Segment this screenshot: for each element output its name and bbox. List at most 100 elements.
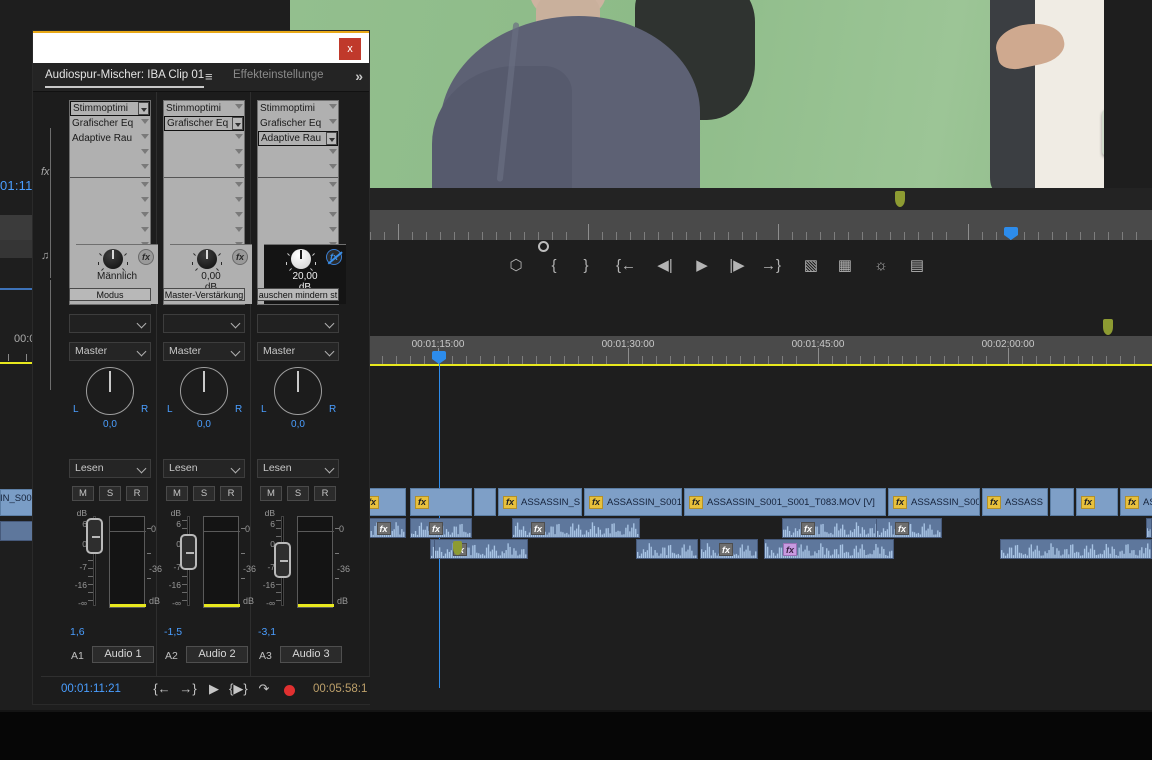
chevron-down-icon[interactable] <box>141 227 149 232</box>
effect-slot-7[interactable] <box>164 194 244 209</box>
video-clip[interactable]: fx ASSASS <box>982 488 1048 516</box>
audio-clip[interactable] <box>636 539 698 559</box>
fx-icon[interactable]: fx <box>232 249 248 265</box>
chevron-down-icon[interactable] <box>329 149 337 154</box>
effect-rack[interactable]: Stimmoptimi Grafischer Eq Adaptive Rau fx 20… <box>257 100 346 305</box>
fader-meter-area[interactable]: dB 6 0 -7 -16 -∞ 0 -36 dB <box>63 508 162 618</box>
output-assign-select[interactable]: Master <box>257 342 339 361</box>
effect-slot-6[interactable] <box>70 179 150 194</box>
audio-clip[interactable]: fx <box>764 539 894 559</box>
chevron-down-icon[interactable] <box>329 119 337 124</box>
marker-green-1[interactable] <box>895 191 905 207</box>
chevron-down-icon[interactable] <box>329 227 337 232</box>
effect-slot-2[interactable]: Grafischer Eq <box>70 116 150 131</box>
go-to-out-icon[interactable]: →} <box>179 681 197 696</box>
send-assign-select[interactable] <box>163 314 245 333</box>
chevron-down-icon[interactable] <box>329 104 337 109</box>
go-to-in-icon[interactable]: {← <box>615 256 637 276</box>
fader-meter-area[interactable]: dB 6 0 -7 -16 -∞ 0 -36 dB <box>157 508 256 618</box>
fx-icon[interactable]: fx <box>689 495 703 509</box>
chevron-down-icon[interactable] <box>235 134 243 139</box>
chevron-down-icon[interactable] <box>232 117 243 130</box>
chevron-down-icon[interactable] <box>235 182 243 187</box>
fx-icon[interactable]: fx <box>138 249 154 265</box>
effect-slot-5[interactable] <box>258 161 338 176</box>
output-assign-select[interactable]: Master <box>163 342 245 361</box>
chevron-down-icon[interactable] <box>235 197 243 202</box>
marker-green-icon[interactable] <box>453 541 462 555</box>
play-icon[interactable]: ▶ <box>205 681 223 697</box>
track-name[interactable]: Audio 1 <box>92 646 154 663</box>
solo-button[interactable]: S <box>193 486 215 501</box>
record-arm-button[interactable]: R <box>126 486 148 501</box>
automation-mode-select[interactable]: Lesen <box>69 459 151 478</box>
step-back-icon[interactable]: ◀| <box>654 256 676 276</box>
mixer-tabbar[interactable]: Audiospur-Mischer: IBA Clip 01 ≡ Effekte… <box>33 63 369 92</box>
effect-slot-3[interactable]: Adaptive Rau <box>70 131 150 146</box>
pan-knob[interactable] <box>274 367 322 415</box>
effect-rack[interactable]: Stimmoptimi Grafischer Eq Adaptive Rau fx Mä… <box>69 100 158 305</box>
video-clip[interactable] <box>474 488 496 516</box>
audio-track-mixer-panel[interactable]: x Audiospur-Mischer: IBA Clip 01 ≡ Effek… <box>32 30 370 705</box>
channel-strip-1[interactable]: Stimmoptimi Grafischer Eq Adaptive Rau fx Mä… <box>63 92 162 692</box>
automation-mode-select[interactable]: Lesen <box>257 459 339 478</box>
tab-effect-controls[interactable]: Effekteinstellunge <box>233 69 324 81</box>
chevron-down-icon[interactable] <box>329 212 337 217</box>
effect-slot-1[interactable]: Stimmoptimi <box>70 101 150 116</box>
video-clip[interactable]: fx ASSASSIN_S001_ <box>584 488 682 516</box>
timeline-ruler-sequence[interactable]: 00:01:15:00 00:01:30:00 00:01:45:00 00:0… <box>360 336 1152 364</box>
panel-menu-icon[interactable]: ≡ <box>205 69 213 84</box>
audio-clip[interactable] <box>1000 539 1152 559</box>
gain-value[interactable]: 1,6 <box>38 626 132 638</box>
effect-knob[interactable] <box>197 249 217 269</box>
fx-icon[interactable]: fx <box>719 543 733 556</box>
effect-slot-2[interactable]: Grafischer Eq <box>164 116 244 131</box>
mixer-titlebar[interactable]: x <box>33 31 369 63</box>
effect-preset-select[interactable]: Modus <box>69 288 151 301</box>
fx-icon[interactable]: fx <box>503 495 517 509</box>
play-in-to-out-icon[interactable]: {▶} <box>229 681 248 697</box>
video-clip[interactable]: fx ASSASSIN_S00 <box>888 488 980 516</box>
record-arm-button[interactable]: R <box>314 486 336 501</box>
timeline-panel[interactable]: ⬡ { } {← ◀| ▶ |▶ →} ▧ ▦ ☼ ▤ 00:01:15:00 … <box>360 188 1152 688</box>
chevron-down-icon[interactable] <box>329 197 337 202</box>
go-to-out-icon[interactable]: →} <box>760 256 782 276</box>
effect-bypass-icon[interactable]: fx <box>326 249 342 265</box>
timeline-marker-strip[interactable] <box>360 188 1152 210</box>
effect-slot-5[interactable] <box>70 161 150 176</box>
effect-slot-9[interactable] <box>258 224 338 239</box>
chevron-down-icon[interactable] <box>141 164 149 169</box>
audio-clip[interactable]: fx <box>876 518 942 538</box>
mute-button[interactable]: M <box>166 486 188 501</box>
effect-slot-1[interactable]: Stimmoptimi <box>164 101 244 116</box>
work-area-bar[interactable] <box>360 364 1152 366</box>
mixer-transport-bar[interactable]: 00:01:11:21 {← →} ▶ {▶} ↷ 00:05:58:1 <box>41 676 370 704</box>
close-icon[interactable]: x <box>339 38 361 60</box>
effect-slot-4[interactable] <box>164 146 244 161</box>
effect-slot-1[interactable]: Stimmoptimi <box>258 101 338 116</box>
track-name[interactable]: Audio 3 <box>280 646 342 663</box>
fx-icon[interactable]: fx <box>415 495 429 509</box>
marker-icon[interactable]: ⬡ <box>505 256 527 276</box>
track-name[interactable]: Audio 2 <box>186 646 248 663</box>
audio-track-a1[interactable]: fx fx fx fx fx <box>360 518 1152 538</box>
effect-slot-4[interactable] <box>70 146 150 161</box>
overflow-icon[interactable]: » <box>355 68 363 84</box>
send-assign-select[interactable] <box>257 314 339 333</box>
timeline-ruler-top[interactable] <box>360 210 1152 240</box>
loop-icon[interactable]: ↷ <box>255 681 273 697</box>
fader-meter-area[interactable]: dB 6 0 -7 -16 -∞ 0 -36 dB <box>251 508 350 618</box>
solo-button[interactable]: S <box>287 486 309 501</box>
mute-button[interactable]: M <box>260 486 282 501</box>
chevron-down-icon[interactable] <box>141 197 149 202</box>
fx-icon[interactable]: fx <box>1081 495 1095 509</box>
lift-icon[interactable]: ▧ <box>800 256 822 276</box>
effect-preset-select[interactable]: Master-Verstärkung <box>163 288 245 301</box>
audio-clip[interactable]: fx <box>700 539 758 559</box>
chevron-down-icon[interactable] <box>235 212 243 217</box>
solo-button[interactable]: S <box>99 486 121 501</box>
chevron-down-icon[interactable] <box>235 149 243 154</box>
fx-icon[interactable]: fx <box>531 522 545 535</box>
mute-button[interactable]: M <box>72 486 94 501</box>
go-to-in-icon[interactable]: {← <box>153 681 171 696</box>
